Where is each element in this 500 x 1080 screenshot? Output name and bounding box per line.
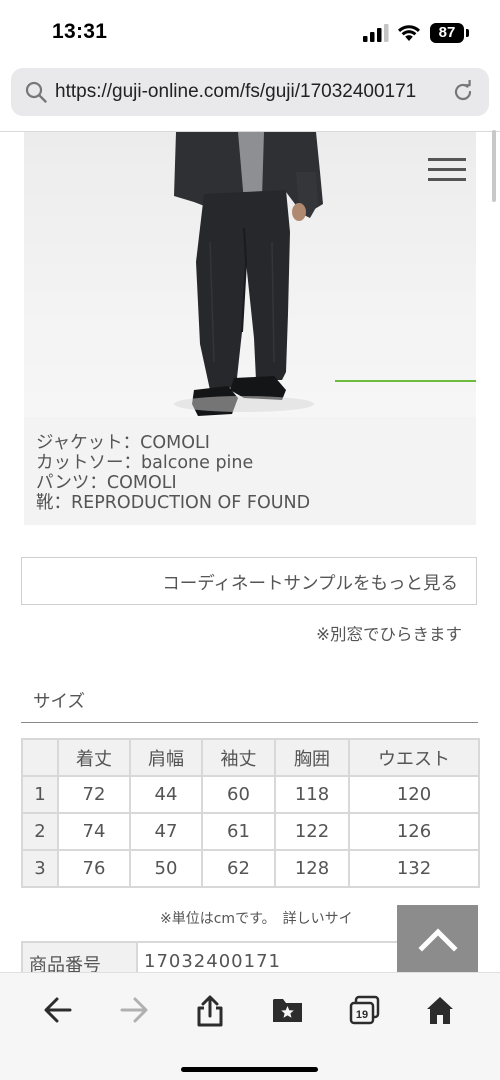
tabs-icon: 19 <box>349 995 380 1025</box>
reload-icon[interactable] <box>451 80 475 104</box>
table-cell: 128 <box>274 849 350 888</box>
table-cell: 61 <box>201 812 276 851</box>
bookmark-folder-icon <box>273 999 302 1022</box>
table-cell: 74 <box>57 812 131 851</box>
web-page: ジャケット：COMOLI カットソー：balcone pine パンツ：COMO… <box>0 132 500 972</box>
wifi-icon <box>398 25 420 41</box>
battery-level: 87 <box>438 24 456 41</box>
credit-shoes: 靴：REPRODUCTION OF FOUND <box>36 493 311 513</box>
table-row: 商品番号 17032400171 <box>21 941 400 972</box>
size-label: 2 <box>21 812 59 851</box>
forward-arrow-icon <box>120 997 148 1023</box>
header-cell: 肩幅 <box>129 738 203 777</box>
coordinate-credits: ジャケット：COMOLI カットソー：balcone pine パンツ：COMO… <box>24 417 476 525</box>
status-time: 13:31 <box>52 20 108 43</box>
share-icon <box>197 995 223 1027</box>
table-cell: 120 <box>348 775 480 814</box>
table-cell: 76 <box>57 849 131 888</box>
browser-toolbar: 19 <box>0 972 500 1080</box>
battery-cap <box>466 29 469 37</box>
scroll-to-top-button[interactable] <box>397 905 478 972</box>
table-cell: 44 <box>129 775 203 814</box>
tab-count: 19 <box>356 1009 368 1021</box>
table-cell: 47 <box>129 812 203 851</box>
product-number-label: 商品番号 <box>21 941 138 972</box>
coordinate-photo <box>24 132 476 417</box>
home-indicator[interactable] <box>181 1067 318 1072</box>
table-row: 1 72 44 60 118 120 <box>21 775 480 814</box>
header-cell <box>21 738 59 777</box>
address-bar[interactable]: https://guji-online.com/fs/guji/17032400… <box>11 68 489 116</box>
table-cell: 122 <box>274 812 350 851</box>
table-row: 3 76 50 62 128 132 <box>21 849 480 888</box>
size-label: 3 <box>21 849 59 888</box>
menu-bar <box>428 178 466 181</box>
back-button[interactable] <box>38 993 78 1027</box>
new-window-note: ※別窓でひらきます <box>316 625 462 644</box>
menu-bar <box>428 158 466 161</box>
search-icon <box>25 81 47 103</box>
header-cell: 袖丈 <box>201 738 276 777</box>
table-cell: 126 <box>348 812 480 851</box>
table-cell: 72 <box>57 775 131 814</box>
forward-button[interactable] <box>114 993 154 1027</box>
status-bar: 13:31 87 <box>0 0 500 66</box>
unit-note: ※単位はcmです。 詳しいサイ <box>160 911 353 927</box>
battery-indicator: 87 <box>430 23 464 43</box>
table-cell: 50 <box>129 849 203 888</box>
share-button[interactable] <box>190 993 230 1027</box>
size-heading-rule <box>21 722 478 723</box>
tabs-button[interactable]: 19 <box>344 993 384 1027</box>
table-cell: 132 <box>348 849 480 888</box>
more-button-label: コーディネートサンプルをもっと見る <box>162 574 458 594</box>
model-figure-image <box>174 132 323 416</box>
table-cell: 118 <box>274 775 350 814</box>
product-info-table: 商品番号 17032400171 <box>21 941 400 972</box>
table-cell: 62 <box>201 849 276 888</box>
more-coordinate-samples-button[interactable]: コーディネートサンプルをもっと見る <box>21 557 477 605</box>
header-cell: 着丈 <box>57 738 131 777</box>
page-scrollbar[interactable] <box>492 130 496 202</box>
header-cell: ウエスト <box>348 738 480 777</box>
cellular-signal-icon <box>363 24 389 42</box>
hamburger-menu-button[interactable] <box>424 152 470 186</box>
product-number-value: 17032400171 <box>136 941 400 972</box>
table-row: 2 74 47 61 122 126 <box>21 812 480 851</box>
url-text[interactable]: https://guji-online.com/fs/guji/17032400… <box>55 81 416 103</box>
chevron-up-icon <box>418 928 458 952</box>
size-heading: サイズ <box>33 692 85 712</box>
menu-bar <box>428 168 466 171</box>
header-cell: 胸囲 <box>274 738 350 777</box>
size-table: 着丈 肩幅 袖丈 胸囲 ウエスト 1 72 44 60 118 120 2 74… <box>21 738 480 888</box>
bookmarks-button[interactable] <box>267 993 307 1027</box>
home-icon <box>427 997 453 1024</box>
back-arrow-icon <box>44 997 72 1023</box>
table-cell: 60 <box>201 775 276 814</box>
accent-line <box>335 380 476 382</box>
size-label: 1 <box>21 775 59 814</box>
size-table-header: 着丈 肩幅 袖丈 胸囲 ウエスト <box>21 738 480 777</box>
home-button[interactable] <box>420 993 460 1027</box>
